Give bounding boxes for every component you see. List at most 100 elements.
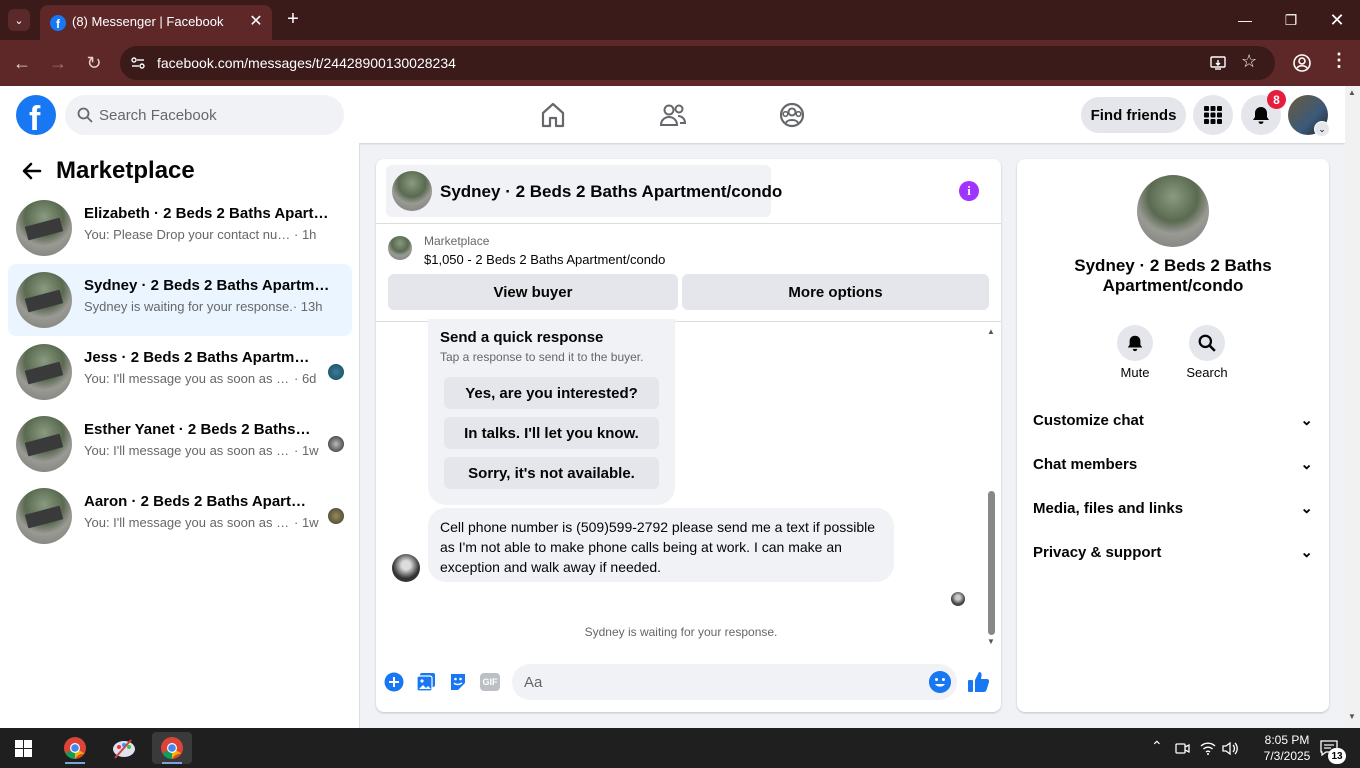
message-input[interactable] bbox=[524, 664, 919, 700]
home-icon[interactable] bbox=[538, 100, 568, 130]
browser-menu-icon[interactable]: ⋮ bbox=[1330, 50, 1348, 71]
sticker-icon[interactable] bbox=[448, 672, 468, 692]
message-composer[interactable] bbox=[512, 664, 957, 700]
conversation-preview: You: I'll message you as soon as po... · … bbox=[84, 515, 319, 530]
bell-icon bbox=[1253, 107, 1269, 124]
waiting-status: Sydney is waiting for your response. bbox=[584, 625, 778, 639]
chrome-taskbar-app-active[interactable] bbox=[152, 732, 192, 764]
privacy-support-item[interactable]: Privacy & support ⌄ bbox=[1033, 534, 1313, 570]
browser-tab-active[interactable]: f (8) Messenger | Facebook ✕ bbox=[40, 5, 272, 40]
search-chat-button[interactable] bbox=[1189, 325, 1225, 361]
facebook-logo-icon[interactable]: f bbox=[16, 95, 56, 135]
address-bar[interactable]: facebook.com/messages/t/2442890013002823… bbox=[120, 46, 1275, 80]
conversation-item[interactable]: Jess · 2 Beds 2 Baths Apartment... You: … bbox=[8, 336, 352, 408]
listing-thumbnail bbox=[392, 171, 432, 211]
meet-now-icon[interactable] bbox=[1175, 741, 1190, 756]
chrome-taskbar-app[interactable] bbox=[55, 732, 95, 764]
mute-label: Mute bbox=[1120, 365, 1150, 380]
groups-icon[interactable] bbox=[777, 100, 807, 130]
add-plus-icon[interactable] bbox=[384, 672, 404, 692]
quick-response-subtitle: Tap a response to send it to the buyer. bbox=[440, 350, 644, 364]
customize-chat-item[interactable]: Customize chat ⌄ bbox=[1033, 402, 1313, 438]
seen-avatar bbox=[328, 364, 344, 380]
chevron-down-icon[interactable]: ⌄ bbox=[1314, 121, 1330, 137]
volume-icon[interactable] bbox=[1222, 741, 1239, 756]
listing-thumbnail bbox=[16, 416, 72, 472]
search-facebook-input[interactable] bbox=[99, 95, 329, 135]
back-arrow-icon[interactable] bbox=[20, 159, 44, 183]
conversation-item[interactable]: Elizabeth · 2 Beds 2 Baths Apartm... You… bbox=[8, 192, 352, 264]
conversation-name: Sydney · 2 Beds 2 Baths Apartmen... bbox=[84, 277, 334, 294]
tab-search-button[interactable]: ⌄ bbox=[8, 9, 30, 31]
more-options-button[interactable]: More options bbox=[682, 274, 989, 310]
bell-icon bbox=[1127, 335, 1143, 352]
conversation-item[interactable]: Esther Yanet · 2 Beds 2 Baths Ap... You:… bbox=[8, 408, 352, 480]
scroll-down-icon[interactable]: ▼ bbox=[1348, 712, 1356, 721]
bookmark-star-icon[interactable]: ☆ bbox=[1241, 51, 1257, 72]
browser-toolbar: ← → ↻ facebook.com/messages/t/2442890013… bbox=[0, 40, 1360, 86]
search-label: Search bbox=[1186, 365, 1228, 380]
conversation-item-active[interactable]: Sydney · 2 Beds 2 Baths Apartmen... Sydn… bbox=[8, 264, 352, 336]
conversation-item[interactable]: Aaron · 2 Beds 2 Baths Apartme... You: I… bbox=[8, 480, 352, 552]
profile-icon[interactable] bbox=[1292, 53, 1312, 73]
friends-icon[interactable] bbox=[658, 100, 688, 130]
info-icon[interactable]: i bbox=[959, 181, 979, 201]
conversation-preview: You: I'll message you as soon as po... · … bbox=[84, 443, 319, 458]
find-friends-button[interactable]: Find friends bbox=[1081, 97, 1186, 133]
paint-taskbar-app[interactable] bbox=[104, 732, 144, 764]
quick-response-button[interactable]: In talks. I'll let you know. bbox=[444, 417, 659, 449]
divider bbox=[376, 223, 1001, 224]
url-text[interactable]: facebook.com/messages/t/2442890013002823… bbox=[157, 55, 456, 71]
quick-response-button[interactable]: Sorry, it's not available. bbox=[444, 457, 659, 489]
install-app-icon[interactable] bbox=[1209, 54, 1227, 72]
chat-members-item[interactable]: Chat members ⌄ bbox=[1033, 446, 1313, 482]
site-settings-icon[interactable] bbox=[130, 55, 146, 71]
browser-titlebar: ⌄ f (8) Messenger | Facebook ✕ + — ❐ ✕ bbox=[0, 0, 1360, 40]
photo-icon[interactable] bbox=[416, 672, 436, 692]
gif-icon[interactable]: GIF bbox=[480, 673, 500, 691]
tab-close-icon[interactable]: ✕ bbox=[246, 11, 266, 31]
back-button[interactable]: ← bbox=[11, 52, 33, 74]
scroll-down-icon[interactable]: ▼ bbox=[987, 637, 995, 646]
new-tab-button[interactable]: + bbox=[282, 8, 304, 30]
tab-title: (8) Messenger | Facebook bbox=[72, 14, 224, 29]
scroll-thumb[interactable] bbox=[988, 491, 995, 635]
facebook-header: f Find friends 8 ⌄ bbox=[0, 86, 1345, 143]
like-thumbs-up-icon[interactable] bbox=[967, 670, 991, 694]
chat-title: Sydney · 2 Beds 2 Baths Apartment/condo bbox=[440, 182, 783, 201]
seen-avatar bbox=[328, 508, 344, 524]
scroll-up-icon[interactable]: ▲ bbox=[1348, 88, 1356, 97]
message-bubble[interactable]: Cell phone number is (509)599-2792 pleas… bbox=[428, 508, 894, 582]
listing-label: Marketplace bbox=[424, 234, 490, 248]
listing-thumbnail bbox=[16, 488, 72, 544]
maximize-button[interactable]: ❐ bbox=[1281, 10, 1301, 30]
media-files-links-item[interactable]: Media, files and links ⌄ bbox=[1033, 490, 1313, 526]
conversation-preview: You: I'll message you as soon as po... · … bbox=[84, 371, 317, 386]
quick-response-button[interactable]: Yes, are you interested? bbox=[444, 377, 659, 409]
listing-image[interactable] bbox=[1137, 175, 1209, 247]
windows-start-icon[interactable] bbox=[15, 740, 32, 757]
quick-response-card: Send a quick response Tap a response to … bbox=[428, 319, 675, 505]
emoji-icon[interactable] bbox=[929, 671, 951, 693]
listing-price[interactable]: $1,050 - 2 Beds 2 Baths Apartment/condo bbox=[424, 252, 665, 267]
chat-header[interactable]: Sydney · 2 Beds 2 Baths Apartment/condo bbox=[386, 165, 782, 217]
chevron-up-icon[interactable]: ⌃ bbox=[1151, 738, 1163, 755]
close-window-button[interactable]: ✕ bbox=[1327, 10, 1347, 30]
search-icon bbox=[1198, 334, 1216, 352]
mute-button[interactable] bbox=[1117, 325, 1153, 361]
listing-thumbnail bbox=[16, 200, 72, 256]
minimize-button[interactable]: — bbox=[1235, 10, 1255, 30]
search-facebook-box[interactable] bbox=[65, 95, 344, 135]
reload-button[interactable]: ↻ bbox=[83, 52, 105, 74]
sender-avatar[interactable] bbox=[392, 554, 420, 582]
system-clock[interactable]: 8:05 PM 7/3/2025 bbox=[1252, 732, 1322, 764]
apps-grid-icon bbox=[1204, 106, 1222, 124]
conversation-name: Elizabeth · 2 Beds 2 Baths Apartm... bbox=[84, 205, 334, 222]
marketplace-sidebar: Marketplace Elizabeth · 2 Beds 2 Baths A… bbox=[0, 143, 360, 728]
scroll-up-icon[interactable]: ▲ bbox=[987, 327, 995, 336]
menu-button[interactable] bbox=[1193, 95, 1233, 135]
view-buyer-button[interactable]: View buyer bbox=[388, 274, 678, 310]
forward-button[interactable]: → bbox=[47, 52, 69, 74]
wifi-icon[interactable] bbox=[1200, 741, 1216, 755]
page-scrollbar[interactable]: ▲ ▼ bbox=[1345, 86, 1360, 728]
